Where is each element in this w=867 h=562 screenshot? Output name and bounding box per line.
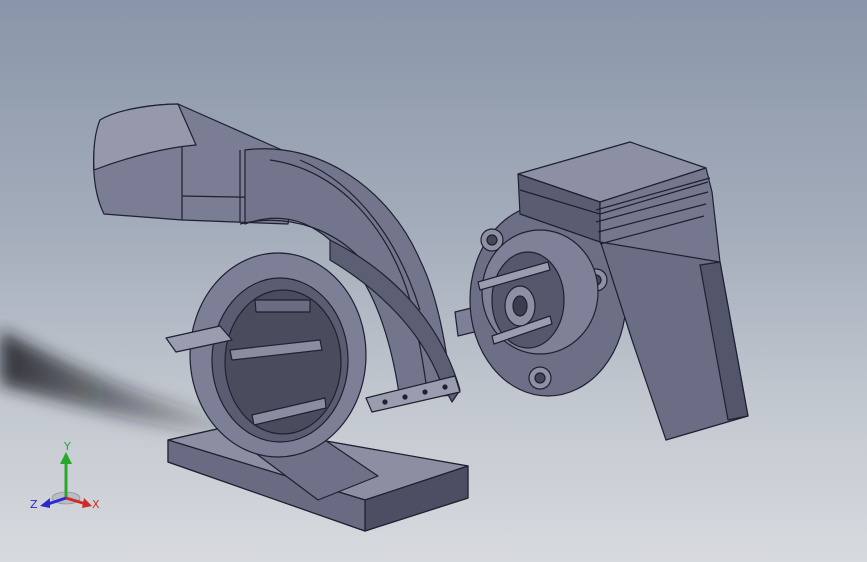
z-axis-label: Z [30, 498, 38, 511]
x-axis-label: X [92, 498, 100, 511]
y-axis-arrowhead [60, 452, 72, 464]
z-axis-arrowhead [40, 498, 50, 508]
x-axis-arrowhead [82, 498, 92, 508]
model-scene[interactable] [0, 0, 867, 562]
view-orientation-triad: Y X Z [30, 440, 100, 511]
y-axis-label: Y [63, 440, 71, 453]
graphics-viewport[interactable]: Y X Z [0, 0, 867, 562]
